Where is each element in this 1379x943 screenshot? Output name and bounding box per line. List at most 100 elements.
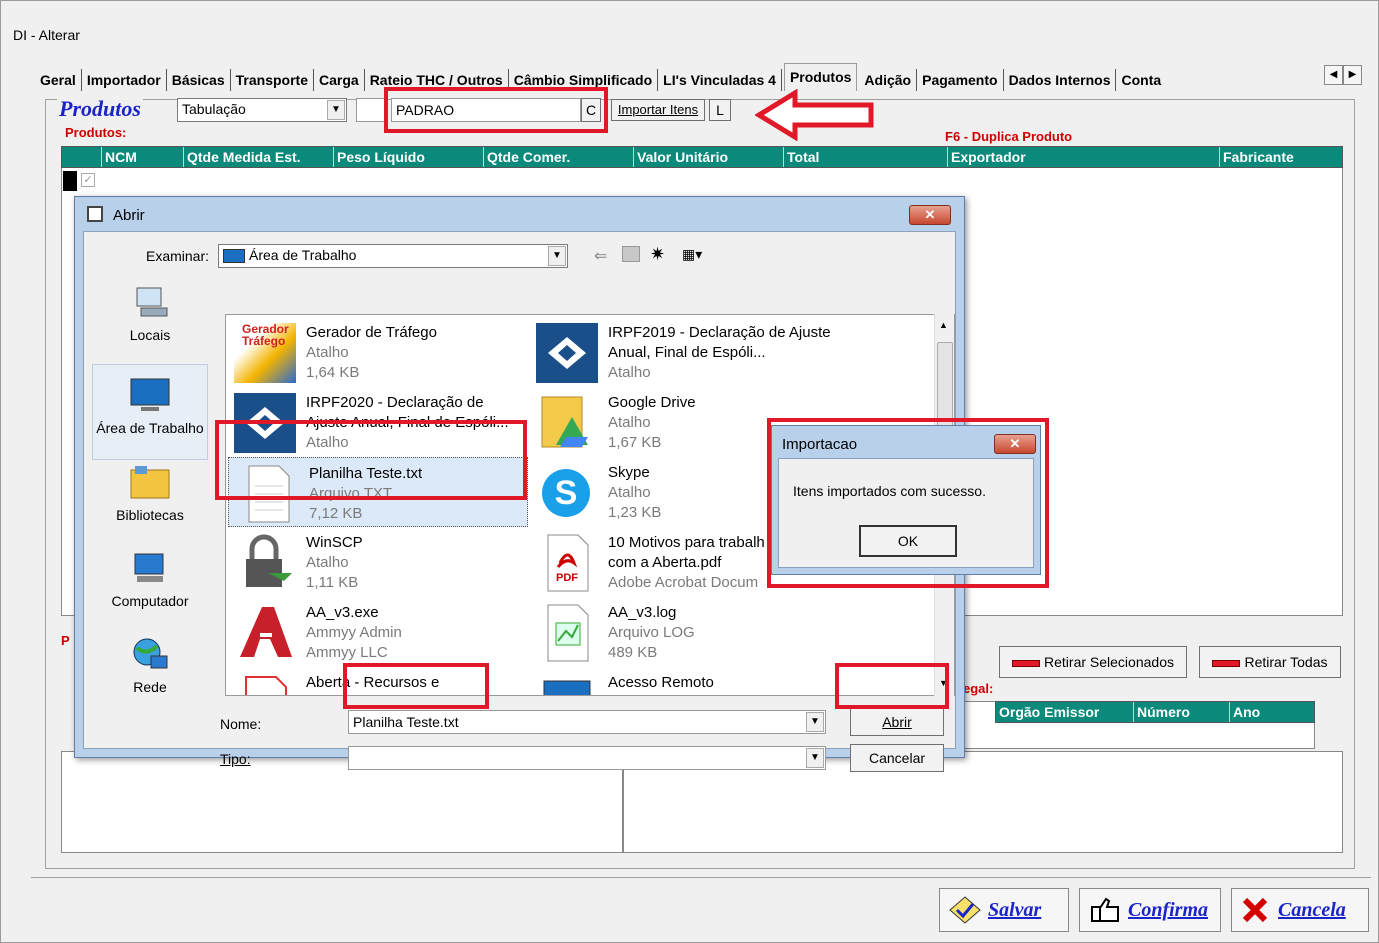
- tab-pagamento[interactable]: Pagamento: [917, 69, 1004, 91]
- col-numero[interactable]: Número: [1134, 702, 1230, 722]
- red-x-icon: [1242, 897, 1268, 923]
- code-field[interactable]: [356, 98, 386, 122]
- place-rede[interactable]: Rede: [92, 636, 208, 695]
- produtos-legend: Produtos: [57, 96, 143, 122]
- tab-carga[interactable]: Carga: [314, 69, 365, 91]
- nome-input[interactable]: Planilha Teste.txt ▼: [348, 710, 826, 734]
- col-qtde-comer[interactable]: Qtde Comer.: [484, 147, 634, 167]
- salvar-button[interactable]: Salvar: [939, 888, 1069, 932]
- file-size: 489 KB: [608, 644, 658, 661]
- col-orgao-emissor[interactable]: Orgão Emissor: [996, 702, 1134, 722]
- tab-produtos[interactable]: Produtos: [783, 63, 858, 91]
- file-item[interactable]: IRPF2019 - Declaração de Ajuste Anual, F…: [528, 317, 848, 387]
- scroll-thumb[interactable]: [937, 342, 953, 428]
- col-qtde-medida[interactable]: Qtde Medida Est.: [184, 147, 334, 167]
- tipo-select[interactable]: ▼: [348, 746, 826, 770]
- file-name: Google Drive: [608, 394, 696, 411]
- place-locais-label: Locais: [129, 327, 171, 343]
- desktop-icon: [223, 249, 245, 264]
- chevron-down-icon[interactable]: ▼: [548, 246, 566, 266]
- tab-lis-vinculadas[interactable]: LI's Vinculadas 4: [658, 69, 782, 91]
- highlight-nome: [343, 663, 489, 709]
- tab-scroll-left-icon[interactable]: ◀: [1324, 65, 1343, 85]
- file-item[interactable]: WinSCP Atalho 1,11 KB: [226, 527, 526, 597]
- col-valor-unitario[interactable]: Valor Unitário: [634, 147, 784, 167]
- view-menu-icon[interactable]: ▦▾: [682, 246, 712, 264]
- file-item[interactable]: AA_v3.exe Ammyy Admin Ammyy LLC: [226, 597, 526, 667]
- place-area-label: Área de Trabalho: [96, 420, 204, 436]
- row-checkbox[interactable]: ✓: [81, 173, 95, 187]
- file-type: Arquivo LOG: [608, 624, 695, 641]
- scroll-up-icon[interactable]: ▲: [939, 320, 948, 330]
- back-arrow-icon[interactable]: ⇐: [594, 246, 607, 266]
- tab-geral[interactable]: Geral: [35, 69, 82, 91]
- col-peso-liquido[interactable]: Peso Líquido: [334, 147, 484, 167]
- tipo-label: Tipo:: [220, 751, 251, 767]
- file-item[interactable]: Gerador Tráfego Gerador de Tráfego Atalho…: [226, 317, 526, 387]
- confirma-label: Confirma: [1128, 898, 1209, 921]
- file-item[interactable]: AA_v3.log Arquivo LOG 489 KB: [528, 597, 828, 667]
- col-exportador[interactable]: Exportador: [948, 147, 1220, 167]
- libraries-icon: [130, 466, 170, 499]
- tab-scroll-right-icon[interactable]: ▶: [1343, 65, 1362, 85]
- confirma-button[interactable]: Confirma: [1079, 888, 1221, 932]
- tabulacao-select[interactable]: Tabulação ▼: [177, 98, 347, 122]
- retirar-todas-button[interactable]: Retirar Todas: [1199, 646, 1341, 678]
- tab-importador[interactable]: Importador: [82, 69, 167, 91]
- aberta-file-icon: [234, 673, 296, 695]
- file-name: WinSCP: [306, 534, 363, 551]
- cancela-button[interactable]: Cancela: [1231, 888, 1369, 932]
- produtos-grid-header: NCM Qtde Medida Est. Peso Líquido Qtde C…: [61, 146, 1343, 168]
- retirar-todas-label: Retirar Todas: [1244, 654, 1328, 670]
- tab-dados-internos[interactable]: Dados Internos: [1004, 69, 1117, 91]
- importar-itens-button[interactable]: Importar Itens: [611, 99, 705, 121]
- col-total[interactable]: Total: [784, 147, 948, 167]
- grid-indicator-col: [62, 147, 102, 167]
- tabulacao-value: Tabulação: [182, 101, 246, 117]
- l-button[interactable]: L: [709, 99, 731, 121]
- desktop-icon: [130, 378, 170, 411]
- abrir-title: Abrir: [113, 207, 145, 224]
- close-icon[interactable]: ✕: [909, 205, 951, 225]
- file-item[interactable]: Acesso Remoto: [528, 667, 828, 695]
- tab-adicao[interactable]: Adição: [859, 69, 918, 91]
- abrir-button[interactable]: Abrir: [850, 708, 944, 736]
- col-fabricante[interactable]: Fabricante: [1220, 147, 1342, 167]
- file-name: AA_v3.exe: [306, 604, 379, 621]
- examinar-label: Examinar:: [146, 248, 210, 264]
- place-locais[interactable]: Locais: [92, 284, 208, 343]
- highlight-abrir: [835, 663, 949, 709]
- cancelar-button[interactable]: Cancelar: [850, 744, 944, 772]
- place-computador[interactable]: Computador: [92, 550, 208, 609]
- file-type: Ammyy Admin: [306, 624, 402, 641]
- chevron-down-icon[interactable]: ▼: [806, 748, 824, 768]
- examinar-select[interactable]: Área de Trabalho ▼: [218, 244, 568, 268]
- up-folder-icon[interactable]: [622, 246, 640, 262]
- log-file-icon: [536, 603, 598, 663]
- chevron-down-icon[interactable]: ▼: [806, 712, 824, 732]
- place-area-de-trabalho[interactable]: Área de Trabalho: [92, 364, 208, 460]
- file-name: AA_v3.log: [608, 604, 677, 621]
- retirar-selecionados-button[interactable]: Retirar Selecionados: [999, 646, 1187, 678]
- red-bar-icon: [1212, 659, 1241, 667]
- file-type: Atalho: [306, 554, 349, 571]
- nome-label: Nome:: [220, 716, 262, 732]
- col-ano[interactable]: Ano: [1230, 702, 1314, 722]
- skype-icon: S: [536, 463, 598, 523]
- salvar-label: Salvar: [988, 898, 1042, 921]
- computer-icon: [134, 553, 164, 582]
- f6-hint: F6 - Duplica Produto: [945, 129, 1073, 144]
- place-bibliotecas[interactable]: Bibliotecas: [92, 464, 208, 523]
- place-computador-label: Computador: [111, 593, 189, 609]
- remote-access-icon: [536, 673, 598, 695]
- winscp-lock-icon: [234, 533, 296, 593]
- new-folder-icon[interactable]: ✷: [650, 244, 665, 265]
- tab-basicas[interactable]: Básicas: [167, 69, 231, 91]
- tab-transporte[interactable]: Transporte: [231, 69, 314, 91]
- col-ncm[interactable]: NCM: [102, 147, 184, 167]
- file-type: Atalho: [608, 364, 651, 381]
- chevron-down-icon[interactable]: ▼: [327, 100, 345, 120]
- tab-conta[interactable]: Conta: [1116, 69, 1166, 91]
- cancela-label: Cancela: [1278, 898, 1346, 921]
- produtos-sublabel: Produtos:: [65, 125, 127, 140]
